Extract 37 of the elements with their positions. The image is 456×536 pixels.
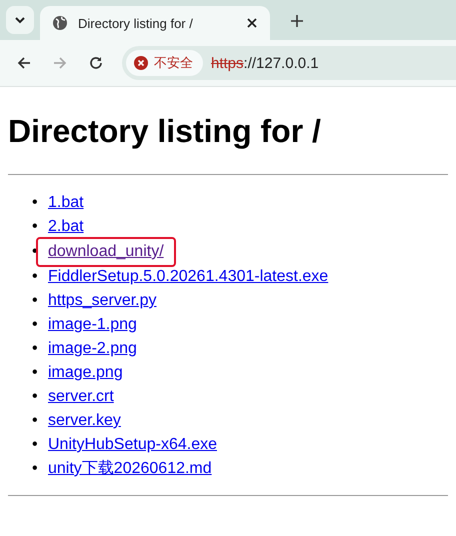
tab-list-button[interactable] <box>6 6 34 34</box>
file-link[interactable]: unity下载20260612.md <box>48 457 212 481</box>
tab-title: Directory listing for / <box>78 16 194 30</box>
file-link[interactable]: image-1.png <box>48 313 137 337</box>
reload-icon[interactable] <box>88 55 104 71</box>
bullet: • <box>32 411 39 431</box>
file-link[interactable]: 2.bat <box>48 215 84 239</box>
back-icon[interactable] <box>16 55 32 71</box>
file-link[interactable]: image.png <box>48 361 123 385</box>
bullet: • <box>32 363 39 383</box>
bullet: • <box>32 435 39 455</box>
bullet: • <box>32 217 39 237</box>
bullet: • <box>32 267 39 287</box>
page-heading: Directory listing for / <box>8 113 322 150</box>
chevron-down-icon <box>14 16 26 24</box>
bullet: • <box>32 315 39 335</box>
security-chip[interactable]: 不安全 <box>126 50 203 76</box>
address-bar[interactable]: 不安全 https://127.0.0.1 <box>122 46 456 80</box>
bullet: • <box>32 387 39 407</box>
bullet: • <box>32 459 39 479</box>
close-icon[interactable] <box>246 17 258 29</box>
file-link[interactable]: 1.bat <box>48 191 84 215</box>
file-link[interactable]: download_unity/ <box>38 239 174 265</box>
file-link[interactable]: server.crt <box>48 385 114 409</box>
file-link[interactable]: FiddlerSetup.5.0.20261.4301-latest.exe <box>48 265 328 289</box>
file-link[interactable]: https_server.py <box>48 289 156 313</box>
file-link[interactable]: UnityHubSetup-x64.exe <box>48 433 217 457</box>
bullet: • <box>32 193 39 213</box>
error-icon <box>134 56 148 70</box>
new-tab-icon[interactable] <box>290 14 304 28</box>
file-link[interactable]: image-2.png <box>48 337 137 361</box>
bullet: • <box>32 339 39 359</box>
globe-icon <box>52 15 68 31</box>
browser-tab[interactable]: Directory listing for / <box>40 6 270 40</box>
bullet: • <box>32 291 39 311</box>
file-link[interactable]: server.key <box>48 409 121 433</box>
url-text: https://127.0.0.1 <box>211 54 319 72</box>
